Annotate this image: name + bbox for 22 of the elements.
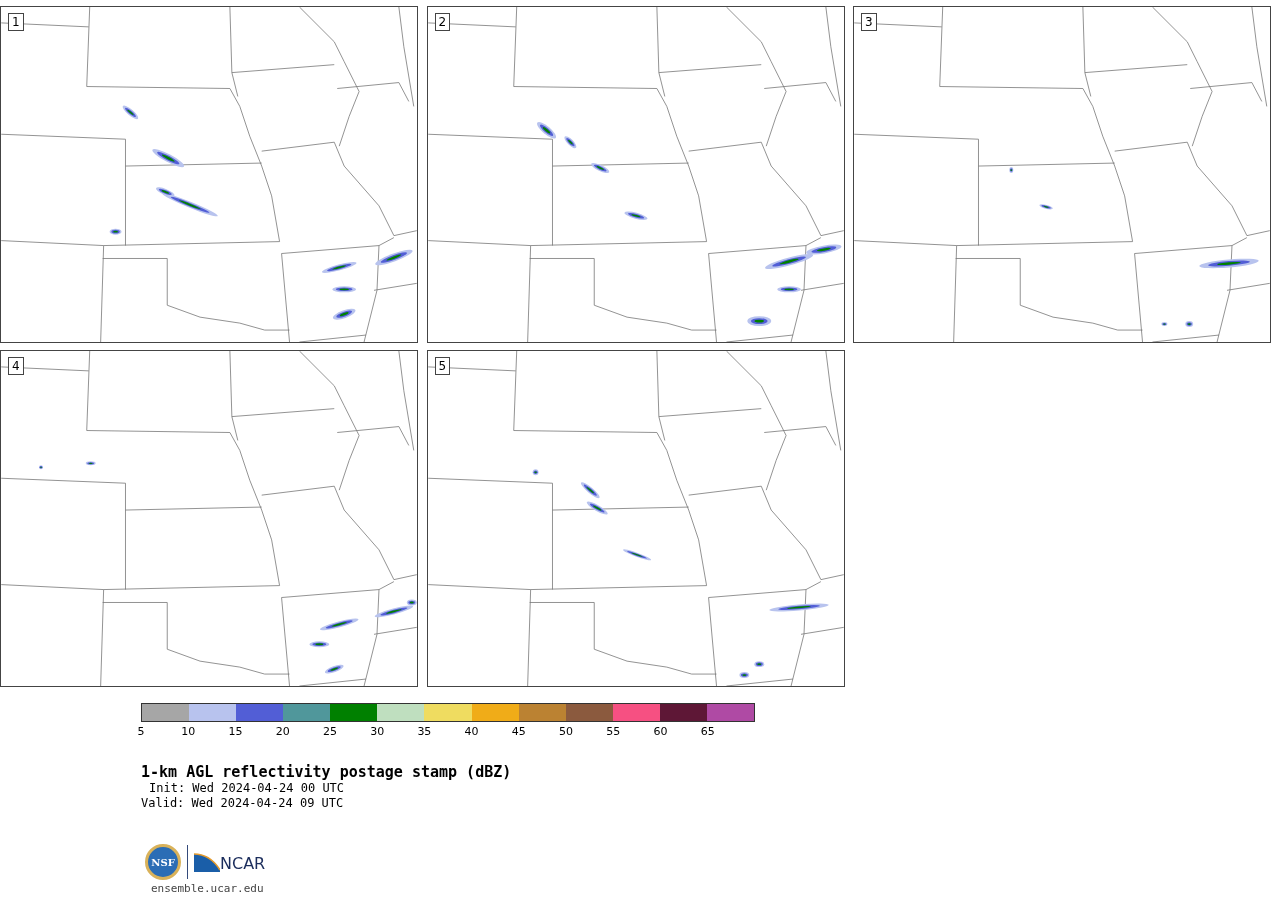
nsf-logo: NSF xyxy=(145,844,181,880)
panel-number: 3 xyxy=(861,13,877,31)
tick-label: 30 xyxy=(370,725,385,738)
tick-label: 25 xyxy=(322,725,337,738)
tick-label: 10 xyxy=(181,725,196,738)
panel-number: 1 xyxy=(8,13,24,31)
tick-label: 45 xyxy=(511,725,526,738)
website-url: ensemble.ucar.edu xyxy=(151,882,264,895)
tick-label: 50 xyxy=(559,725,574,738)
tick-label: 65 xyxy=(700,725,715,738)
tick-label: 55 xyxy=(606,725,621,738)
chart-title: 1-km AGL reflectivity postage stamp (dBZ) xyxy=(141,763,512,781)
tick-label: 35 xyxy=(417,725,432,738)
tick-label: 60 xyxy=(653,725,668,738)
ncar-logo: NCAR xyxy=(194,852,266,872)
panel-number: 4 xyxy=(8,357,24,375)
valid-time: Valid: Wed 2024-04-24 09 UTC xyxy=(141,796,344,811)
tick-label: 20 xyxy=(275,725,290,738)
tick-label: 5 xyxy=(137,725,145,738)
tick-label: 15 xyxy=(228,725,243,738)
tick-label: 40 xyxy=(464,725,479,738)
init-time: Init: Wed 2024-04-24 00 UTC xyxy=(148,781,345,796)
